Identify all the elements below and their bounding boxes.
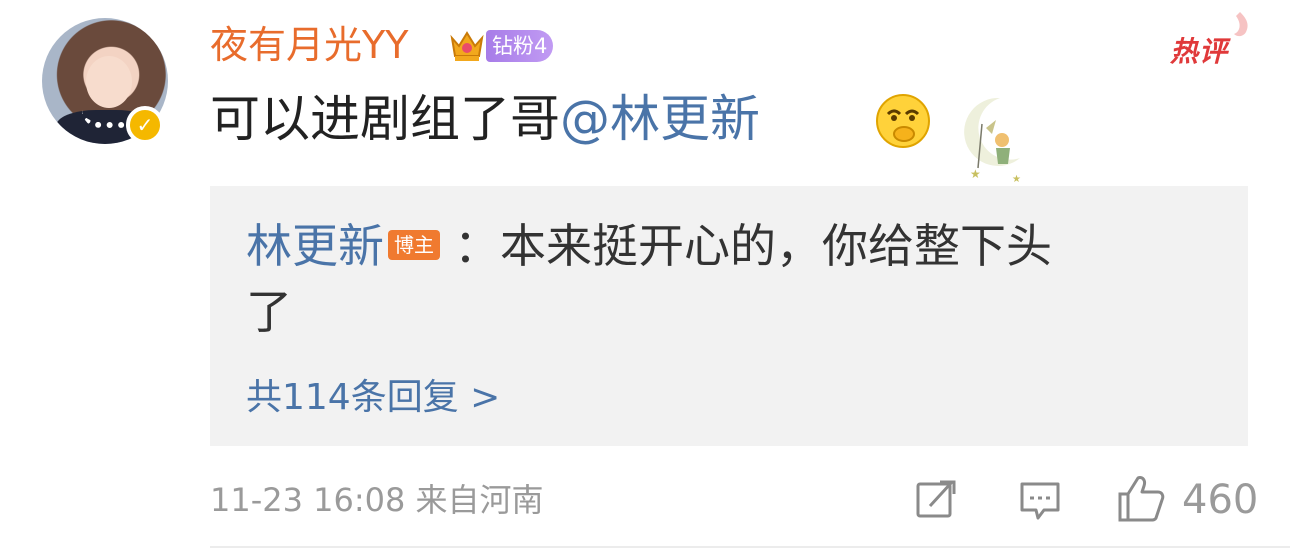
svg-text:★: ★ <box>970 167 981 181</box>
comment-icon[interactable] <box>1018 478 1062 522</box>
crown-icon <box>450 31 484 61</box>
svg-text:★: ★ <box>1012 174 1021 185</box>
hot-comment-label: 热评 <box>1170 35 1229 68</box>
thumbs-up-icon[interactable] <box>1116 472 1166 524</box>
avatar-face <box>86 56 132 108</box>
blogger-badge: 博主 <box>388 229 440 260</box>
flame-icon <box>1234 12 1248 37</box>
reply-text-line2: 了 <box>246 285 292 339</box>
reply-text-line1: ：本来挺开心的，你给整下头 <box>454 219 1052 273</box>
thinking-emoji-icon <box>876 94 930 148</box>
share-icon[interactable] <box>914 478 958 522</box>
username[interactable]: 夜有月光YY <box>210 22 408 68</box>
verified-badge-icon: ✓ <box>126 106 164 144</box>
reply-author[interactable]: 林更新 <box>246 219 384 273</box>
moon-decoration-icon: ★ ★ <box>964 97 1021 185</box>
comment-text: 可以进剧组了哥@林更新 <box>210 86 760 152</box>
bottom-divider <box>210 546 1290 548</box>
reply-first-line: 林更新 博主 ：本来挺开心的，你给整下头 <box>246 216 1052 276</box>
comment-meta: 11-23 16:08 来自河南 <box>210 481 544 519</box>
comment-body: 可以进剧组了哥 <box>210 90 560 148</box>
like-count: 460 <box>1182 477 1259 523</box>
view-all-replies-link[interactable]: 共114条回复 > <box>246 374 500 422</box>
reply-preview-box[interactable]: 林更新 博主 ：本来挺开心的，你给整下头 了 共114条回复 > <box>210 186 1248 446</box>
mention-link[interactable]: @林更新 <box>560 90 760 148</box>
fan-level-badge: 钻粉4 <box>486 30 554 62</box>
